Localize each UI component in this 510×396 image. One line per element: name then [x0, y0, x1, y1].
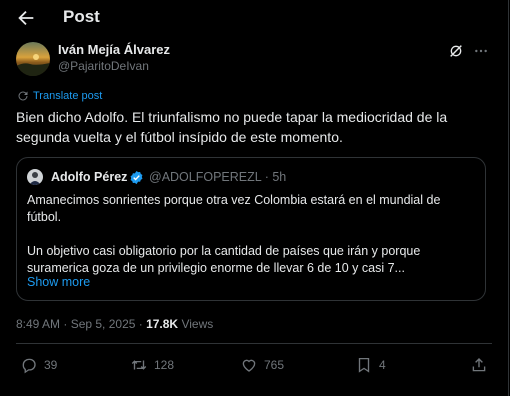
page-title: Post [63, 7, 100, 26]
grok-icon[interactable] [448, 43, 464, 59]
views-label: Views [178, 317, 214, 331]
action-bar: 39 128 765 4 [0, 356, 508, 380]
post-metadata: 8:49 AM · Sep 5, 2025 · 17.8K Views [16, 317, 213, 331]
reply-icon [22, 358, 36, 374]
quote-paragraph: Amanecimos sonrientes porque otra vez Co… [27, 193, 441, 224]
quote-avatar-image [27, 169, 43, 185]
divider [16, 343, 492, 344]
header-bar: Post [0, 0, 508, 36]
reply-button[interactable]: 39 [20, 356, 57, 374]
repost-count: 128 [154, 358, 175, 372]
reply-count: 39 [44, 358, 58, 372]
bookmark-button[interactable]: 4 [355, 356, 386, 374]
quote-author-name: Adolfo Pérez [51, 170, 128, 184]
avatar-image [16, 42, 50, 76]
views-count: 17.8K [146, 317, 179, 331]
like-count: 765 [264, 358, 285, 372]
back-arrow-icon[interactable] [15, 7, 37, 29]
bookmark-icon [358, 357, 370, 373]
quote-author-handle: @ADOLFOPEREZL · 5h [149, 170, 287, 184]
quote-avatar[interactable] [27, 169, 43, 185]
like-button[interactable]: 765 [240, 356, 284, 374]
translate-label: Translate post [33, 90, 103, 102]
share-button[interactable] [470, 356, 488, 374]
show-more-link[interactable]: Show more [27, 275, 90, 289]
like-icon [242, 359, 256, 372]
post-timestamp[interactable]: 8:49 AM · Sep 5, 2025 · [16, 317, 146, 331]
repost-icon [131, 360, 147, 370]
verified-icon [130, 170, 143, 185]
quote-paragraph: Un objetivo casi obligatorio por la cant… [27, 244, 421, 275]
repost-button[interactable]: 128 [130, 356, 174, 374]
author-handle[interactable]: @PajaritoDeIvan [58, 59, 149, 73]
translate-icon [18, 91, 28, 101]
author-name[interactable]: Iván Mejía Álvarez [58, 42, 170, 57]
avatar[interactable] [16, 42, 50, 76]
post-detail-view: Post Iván Mejía Álvarez @PajaritoDeIvan [0, 0, 509, 396]
share-icon [472, 358, 486, 372]
post-text: Bien dicho Adolfo. El triunfalismo no pu… [16, 109, 448, 145]
bookmark-count: 4 [379, 358, 386, 372]
quote-text: Amanecimos sonrientes porque otra vez Co… [27, 192, 477, 277]
quoted-post[interactable]: Adolfo Pérez @ADOLFOPEREZL · 5h Amanecim… [16, 157, 486, 301]
more-icon[interactable] [472, 43, 490, 59]
translate-post-link[interactable]: Translate post [17, 90, 102, 102]
